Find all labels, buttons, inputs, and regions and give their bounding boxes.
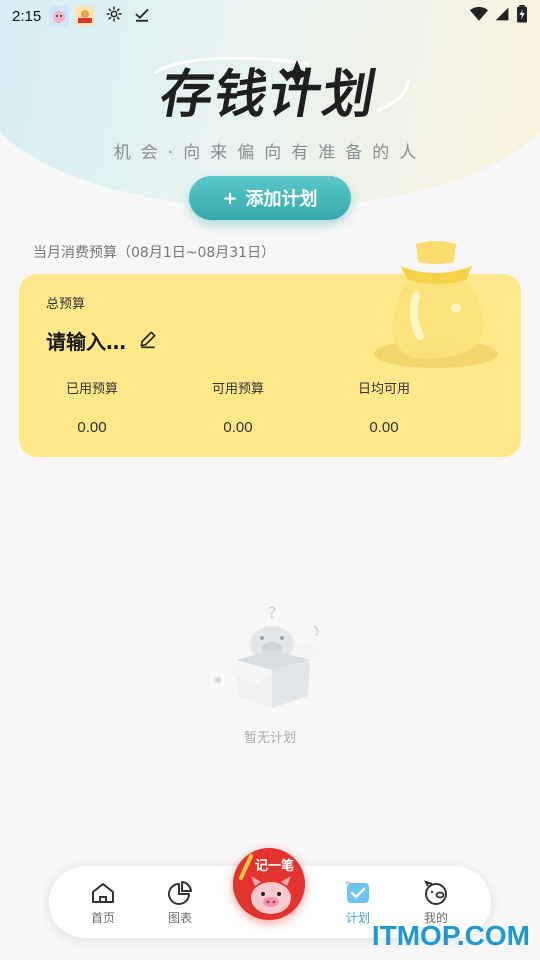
- settings-icon: [105, 5, 123, 27]
- stat-used: 已用预算 0.00: [19, 378, 165, 436]
- stat-available: 可用预算 0.00: [165, 378, 311, 436]
- stat-value: 0.00: [369, 419, 399, 436]
- add-plan-button[interactable]: + 添加计划: [189, 176, 351, 220]
- stat-label: 日均可用: [357, 382, 410, 397]
- app-notification-icon: [49, 6, 70, 26]
- stat-daily: 日均可用 0.00: [311, 378, 457, 436]
- money-bag-icon: [374, 241, 498, 368]
- checklist-icon: [328, 880, 388, 906]
- plus-icon: +: [222, 187, 238, 209]
- status-time: 2:15: [12, 7, 42, 25]
- wifi-icon: [470, 6, 488, 26]
- watermark: ITMOP.COM: [371, 920, 530, 951]
- add-plan-button-label: 添加计划: [245, 189, 318, 210]
- pie-chart-icon: [150, 880, 210, 906]
- download-done-icon: [133, 5, 151, 27]
- app-notification-icon-2: [75, 6, 96, 26]
- battery-icon: [516, 5, 528, 27]
- status-bar: 2:15: [0, 0, 540, 32]
- stat-label: 可用预算: [211, 382, 264, 397]
- fab-label: 记一笔: [255, 858, 294, 874]
- nav-label: 图表: [167, 911, 192, 925]
- stat-value: 0.00: [223, 419, 253, 436]
- total-budget-label: 总预算: [46, 297, 86, 312]
- nav-item-home[interactable]: 首页: [73, 880, 133, 926]
- nav-label: 首页: [90, 911, 115, 925]
- edit-pencil-icon[interactable]: [138, 329, 158, 353]
- stat-label: 已用预算: [65, 382, 118, 397]
- signal-icon: [494, 6, 510, 26]
- empty-box-icon: ?: [215, 604, 322, 708]
- empty-state-text: 暂无计划: [243, 731, 296, 746]
- budget-input[interactable]: 请输入…: [46, 326, 126, 355]
- budget-input-row[interactable]: 请输入…: [46, 326, 158, 355]
- budget-stats: 已用预算 0.00 可用预算 0.00 日均可用 0.00: [19, 378, 457, 436]
- nav-item-chart[interactable]: 图表: [150, 880, 210, 926]
- add-record-fab[interactable]: 记一笔: [233, 848, 305, 920]
- page-subtitle: 机会·向来偏向有准备的人: [113, 143, 427, 163]
- pig-face-icon: [406, 880, 466, 906]
- pig-mascot-icon: 记一笔: [233, 848, 305, 920]
- home-icon: [73, 880, 133, 906]
- svg-text:?: ?: [268, 604, 277, 622]
- title-swoosh-icon: [154, 56, 410, 112]
- budget-period: 当月消费预算（08月1日~08月31日）: [33, 245, 276, 261]
- stat-value: 0.00: [77, 419, 107, 436]
